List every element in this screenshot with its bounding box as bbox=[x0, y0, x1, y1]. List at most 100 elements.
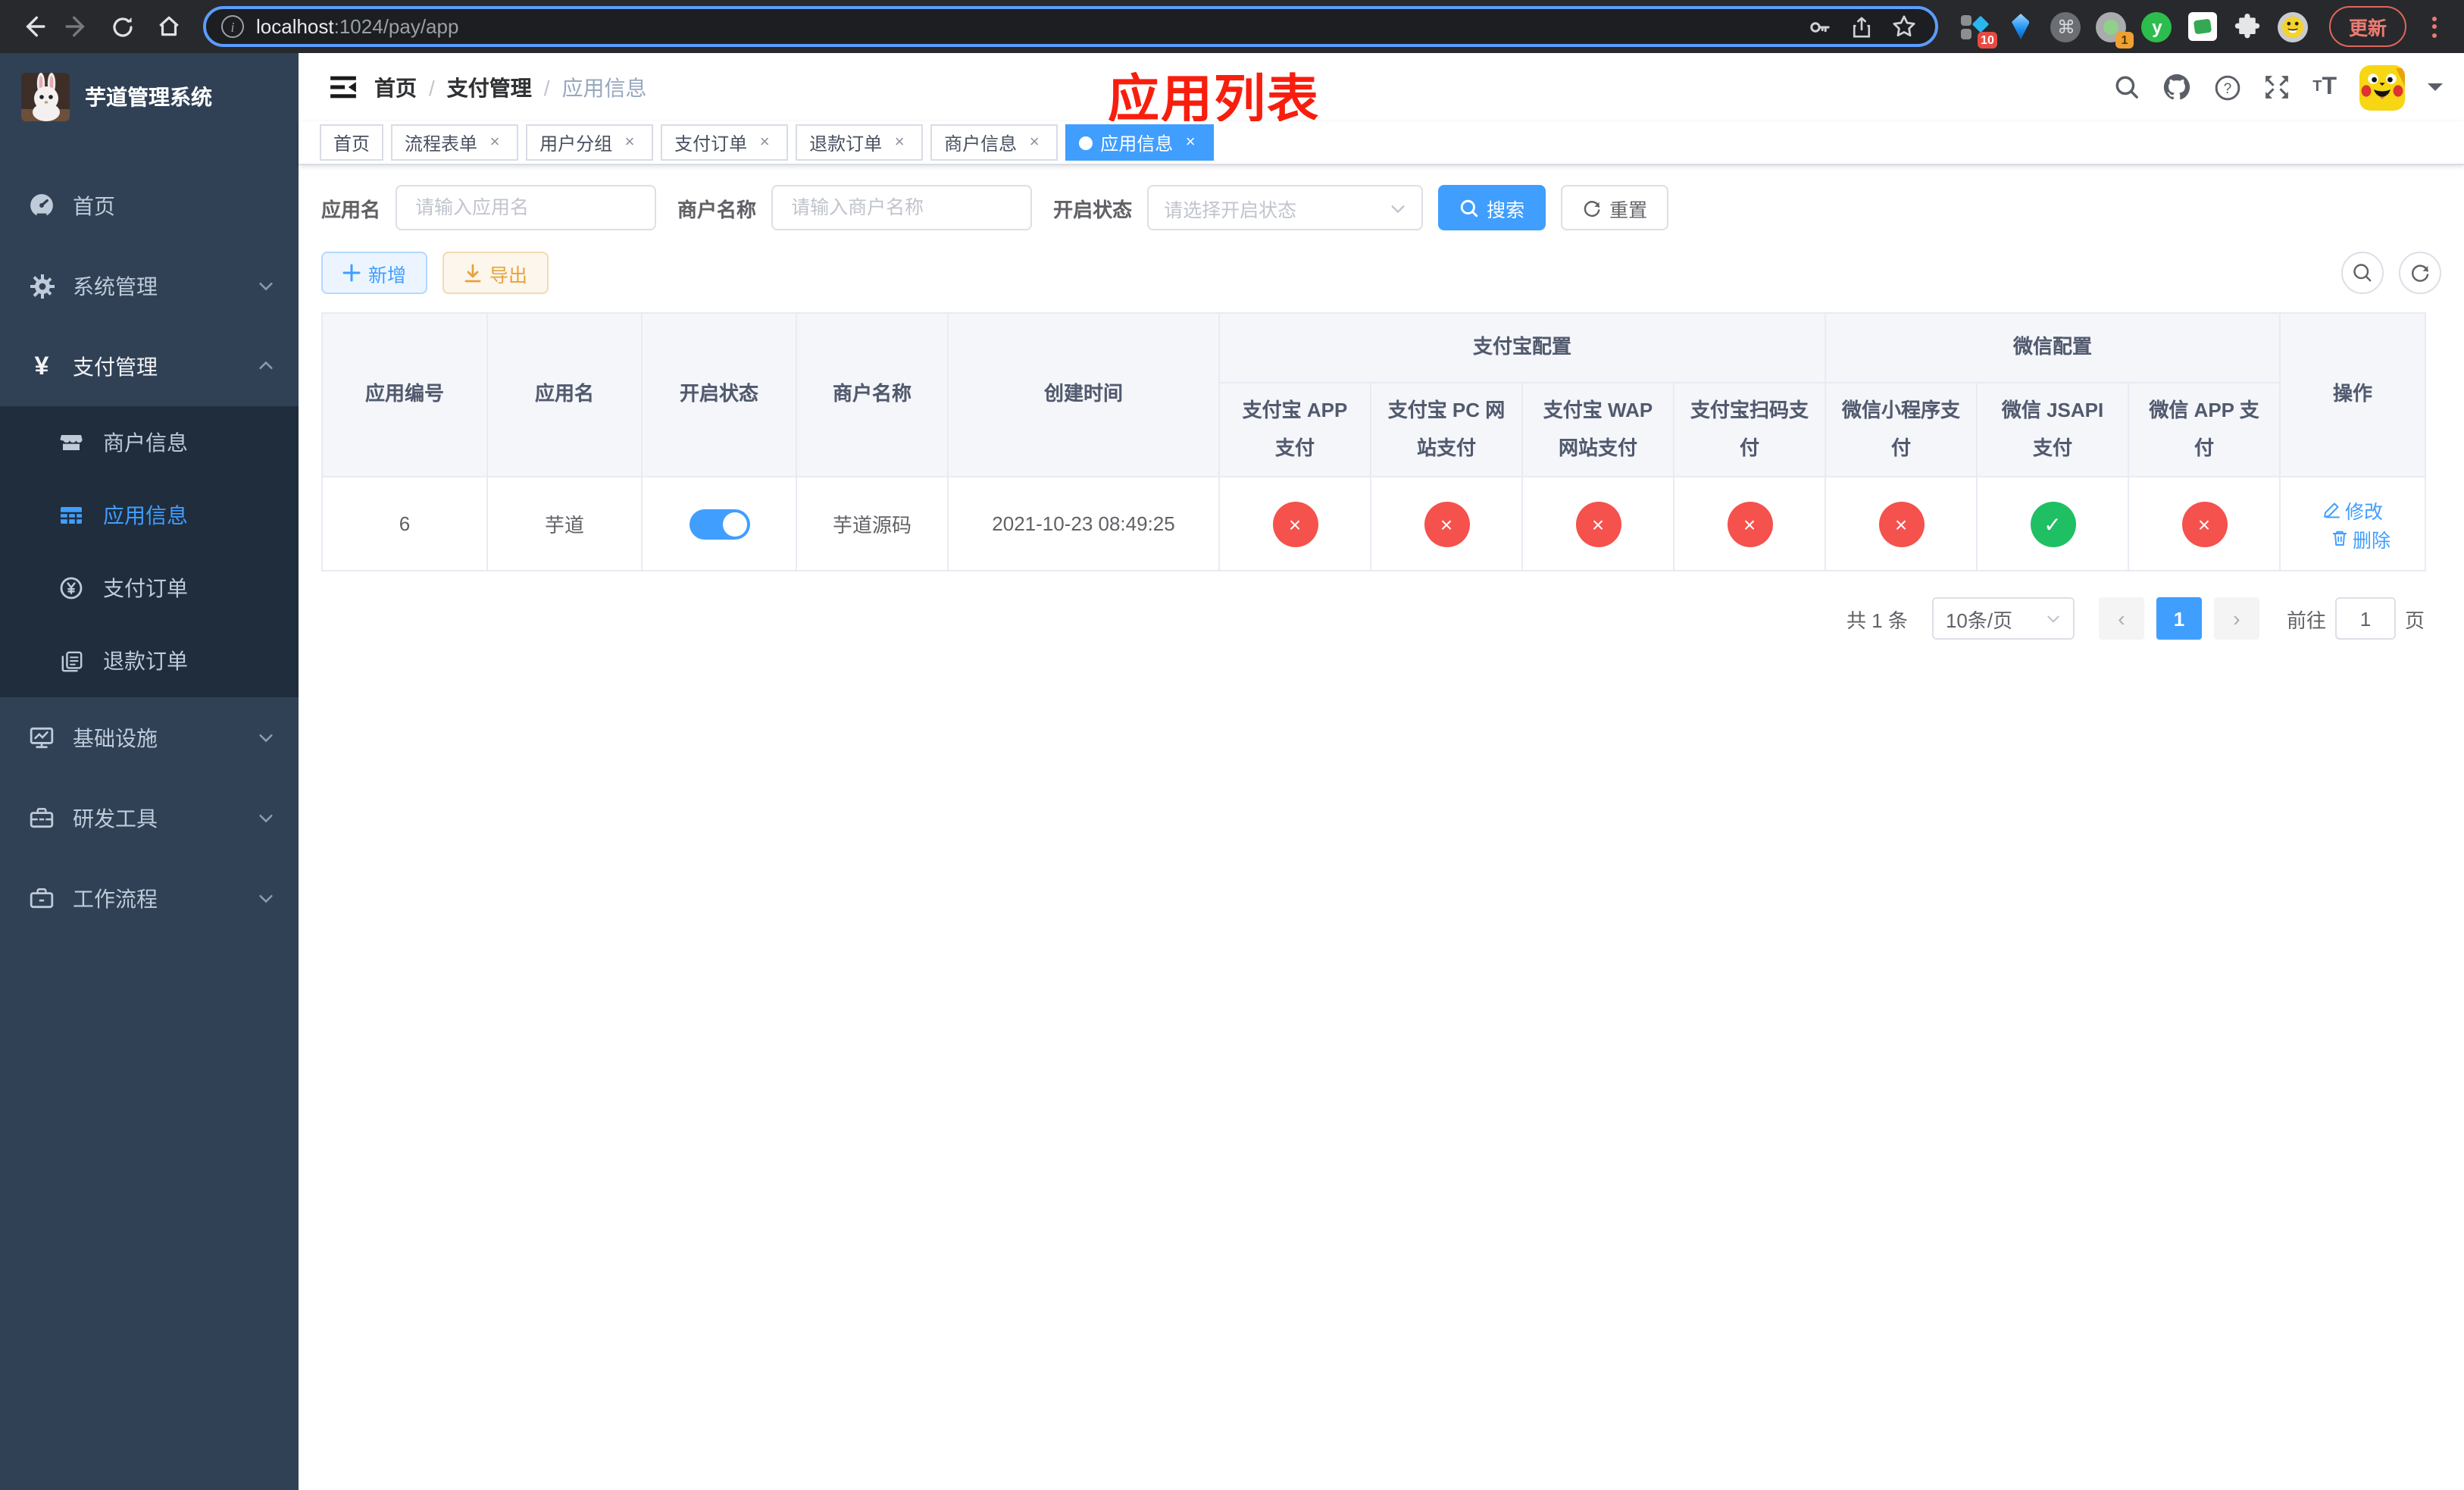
chevron-down-icon bbox=[258, 729, 274, 746]
url-bar[interactable]: i localhost:1024/pay/app bbox=[203, 6, 1938, 47]
tag-refund-orders[interactable]: 退款订单 × bbox=[796, 124, 924, 161]
url-text[interactable]: localhost:1024/pay/app bbox=[256, 15, 1808, 38]
github-icon[interactable] bbox=[2162, 73, 2191, 102]
sidebar-item-system[interactable]: 系统管理 bbox=[0, 246, 299, 326]
app-name-input[interactable] bbox=[412, 196, 640, 220]
browser-menu-icon[interactable] bbox=[2423, 16, 2446, 37]
site-info-icon[interactable]: i bbox=[221, 15, 244, 38]
close-icon[interactable]: × bbox=[620, 133, 639, 152]
filter-form: 应用名 商户名称 开启状态 请选择开启状态 bbox=[321, 185, 2441, 230]
status-select[interactable]: 请选择开启状态 bbox=[1147, 185, 1424, 230]
col-created: 创建时间 bbox=[947, 311, 1220, 478]
sidebar-item-pay-orders[interactable]: 支付订单 bbox=[0, 552, 299, 624]
alipay-qr-status-badge: × bbox=[1727, 501, 1772, 547]
table-toolbar: 新增 导出 bbox=[321, 252, 2441, 294]
sidebar-logo[interactable]: 芋道管理系统 bbox=[0, 53, 299, 141]
group-wechat-config: 微信配置 bbox=[1825, 312, 2281, 383]
sidebar-item-label: 研发工具 bbox=[73, 806, 158, 830]
extension-command-icon[interactable]: ⌘ bbox=[2050, 11, 2082, 42]
extension-smiley-icon[interactable] bbox=[2278, 11, 2309, 42]
breadcrumb-home[interactable]: 首页 bbox=[374, 72, 417, 102]
browser-toolbar: i localhost:1024/pay/app 10 ⌘ 1 y 更新 bbox=[0, 0, 2464, 53]
close-icon[interactable]: × bbox=[485, 133, 505, 152]
app-name-label: 应用名 bbox=[321, 198, 381, 221]
extension-y-icon[interactable]: y bbox=[2141, 11, 2173, 42]
dashboard-icon bbox=[29, 193, 55, 218]
font-size-icon[interactable]: TT bbox=[2312, 74, 2337, 99]
grid-table-icon bbox=[59, 503, 83, 527]
total-count: 共 1 条 bbox=[1846, 609, 1908, 632]
help-icon[interactable]: ? bbox=[2214, 74, 2241, 101]
extension-gem-icon[interactable] bbox=[2005, 11, 2037, 42]
goto-page-input[interactable] bbox=[2334, 597, 2396, 640]
next-page-button[interactable]: › bbox=[2213, 597, 2259, 640]
avatar-caret-icon[interactable] bbox=[2428, 83, 2443, 99]
fullscreen-icon[interactable] bbox=[2264, 74, 2290, 100]
tag-app-info[interactable]: 应用信息 × bbox=[1065, 124, 1215, 161]
alipay-wap-status-badge: × bbox=[1575, 501, 1621, 547]
extensions-area: 10 ⌘ 1 y 更新 bbox=[1953, 6, 2452, 49]
sidebar-item-home[interactable]: 首页 bbox=[0, 165, 299, 246]
extension-puzzle-icon[interactable] bbox=[2232, 11, 2264, 42]
sidebar-item-dev-tools[interactable]: 研发工具 bbox=[0, 778, 299, 858]
merchant-name-label: 商户名称 bbox=[677, 198, 757, 221]
search-button[interactable]: 搜索 bbox=[1438, 185, 1546, 230]
active-tag-dot bbox=[1079, 136, 1093, 149]
payment-submenu: 商户信息 应用信息 支付订单 退款订单 bbox=[0, 406, 299, 697]
export-button[interactable]: 导出 bbox=[442, 252, 549, 294]
refresh-button[interactable] bbox=[2399, 252, 2441, 294]
toggle-search-button[interactable] bbox=[2341, 252, 2384, 294]
chevron-up-icon bbox=[258, 358, 274, 374]
tag-pay-orders[interactable]: 支付订单 × bbox=[661, 124, 789, 161]
sidebar-collapse-icon[interactable] bbox=[320, 64, 365, 110]
close-icon[interactable]: × bbox=[1180, 133, 1200, 152]
chevron-down-icon bbox=[2046, 612, 2061, 627]
close-icon[interactable]: × bbox=[890, 133, 909, 152]
col-wx-jsapi: 微信 JSAPI 支付 bbox=[1976, 381, 2130, 478]
reload-icon[interactable] bbox=[103, 7, 142, 46]
close-icon[interactable]: × bbox=[1024, 133, 1044, 152]
delete-button[interactable]: 删除 bbox=[2330, 524, 2391, 553]
extension-chat-icon[interactable] bbox=[2187, 11, 2219, 42]
reset-button[interactable]: 重置 bbox=[1561, 185, 1669, 230]
forward-icon[interactable] bbox=[58, 7, 97, 46]
top-navbar: 首页 / 支付管理 / 应用信息 应用列表 ? T T bbox=[299, 53, 2464, 129]
sidebar-item-refund-orders[interactable]: 退款订单 bbox=[0, 624, 299, 697]
user-avatar[interactable] bbox=[2359, 64, 2405, 110]
col-status: 开启状态 bbox=[641, 311, 797, 478]
col-merchant: 商户名称 bbox=[796, 311, 949, 478]
back-icon[interactable] bbox=[12, 7, 52, 46]
password-key-icon[interactable] bbox=[1808, 14, 1832, 39]
sidebar-item-merchant-info[interactable]: 商户信息 bbox=[0, 406, 299, 479]
prev-page-button[interactable]: ‹ bbox=[2098, 597, 2144, 640]
breadcrumb-payment[interactable]: 支付管理 bbox=[447, 72, 532, 102]
bookmark-star-icon[interactable] bbox=[1891, 14, 1917, 39]
merchant-name-input[interactable] bbox=[788, 196, 1016, 220]
status-toggle[interactable] bbox=[689, 509, 749, 540]
share-icon[interactable] bbox=[1850, 14, 1873, 39]
sidebar-item-app-info[interactable]: 应用信息 bbox=[0, 479, 299, 552]
sidebar-menu: 首页 系统管理 ¥ 支付管理 商户信息 应用信息 支付订单 退款订单 基础设施 … bbox=[0, 141, 299, 938]
extension-camera-icon[interactable]: 1 bbox=[2096, 11, 2134, 49]
chevron-down-icon bbox=[258, 277, 274, 294]
browser-update-button[interactable]: 更新 bbox=[2328, 6, 2406, 47]
tag-user-group[interactable]: 用户分组 × bbox=[526, 124, 654, 161]
page-1-button[interactable]: 1 bbox=[2156, 597, 2202, 640]
tag-merchant-info[interactable]: 商户信息 × bbox=[930, 124, 1058, 161]
tag-process-form[interactable]: 流程表单 × bbox=[391, 124, 519, 161]
sidebar-item-payment[interactable]: ¥ 支付管理 bbox=[0, 326, 299, 406]
close-icon[interactable]: × bbox=[755, 133, 774, 152]
sidebar-item-label: 系统管理 bbox=[73, 274, 158, 298]
sidebar-item-infrastructure[interactable]: 基础设施 bbox=[0, 697, 299, 778]
cell-actions: 修改 删除 bbox=[2279, 476, 2427, 572]
edit-button[interactable]: 修改 bbox=[2322, 496, 2383, 524]
add-button[interactable]: 新增 bbox=[321, 252, 428, 294]
sidebar-item-label: 工作流程 bbox=[73, 886, 158, 910]
tag-home[interactable]: 首页 bbox=[320, 124, 384, 161]
sidebar-item-workflow[interactable]: 工作流程 bbox=[0, 858, 299, 938]
col-alipay-qr: 支付宝扫码支付 bbox=[1672, 381, 1827, 478]
home-icon[interactable] bbox=[149, 7, 188, 46]
extension-grid-icon[interactable]: 10 bbox=[1959, 11, 1997, 49]
search-icon[interactable] bbox=[2114, 74, 2140, 100]
page-size-select[interactable]: 10条/页 bbox=[1931, 597, 2075, 640]
